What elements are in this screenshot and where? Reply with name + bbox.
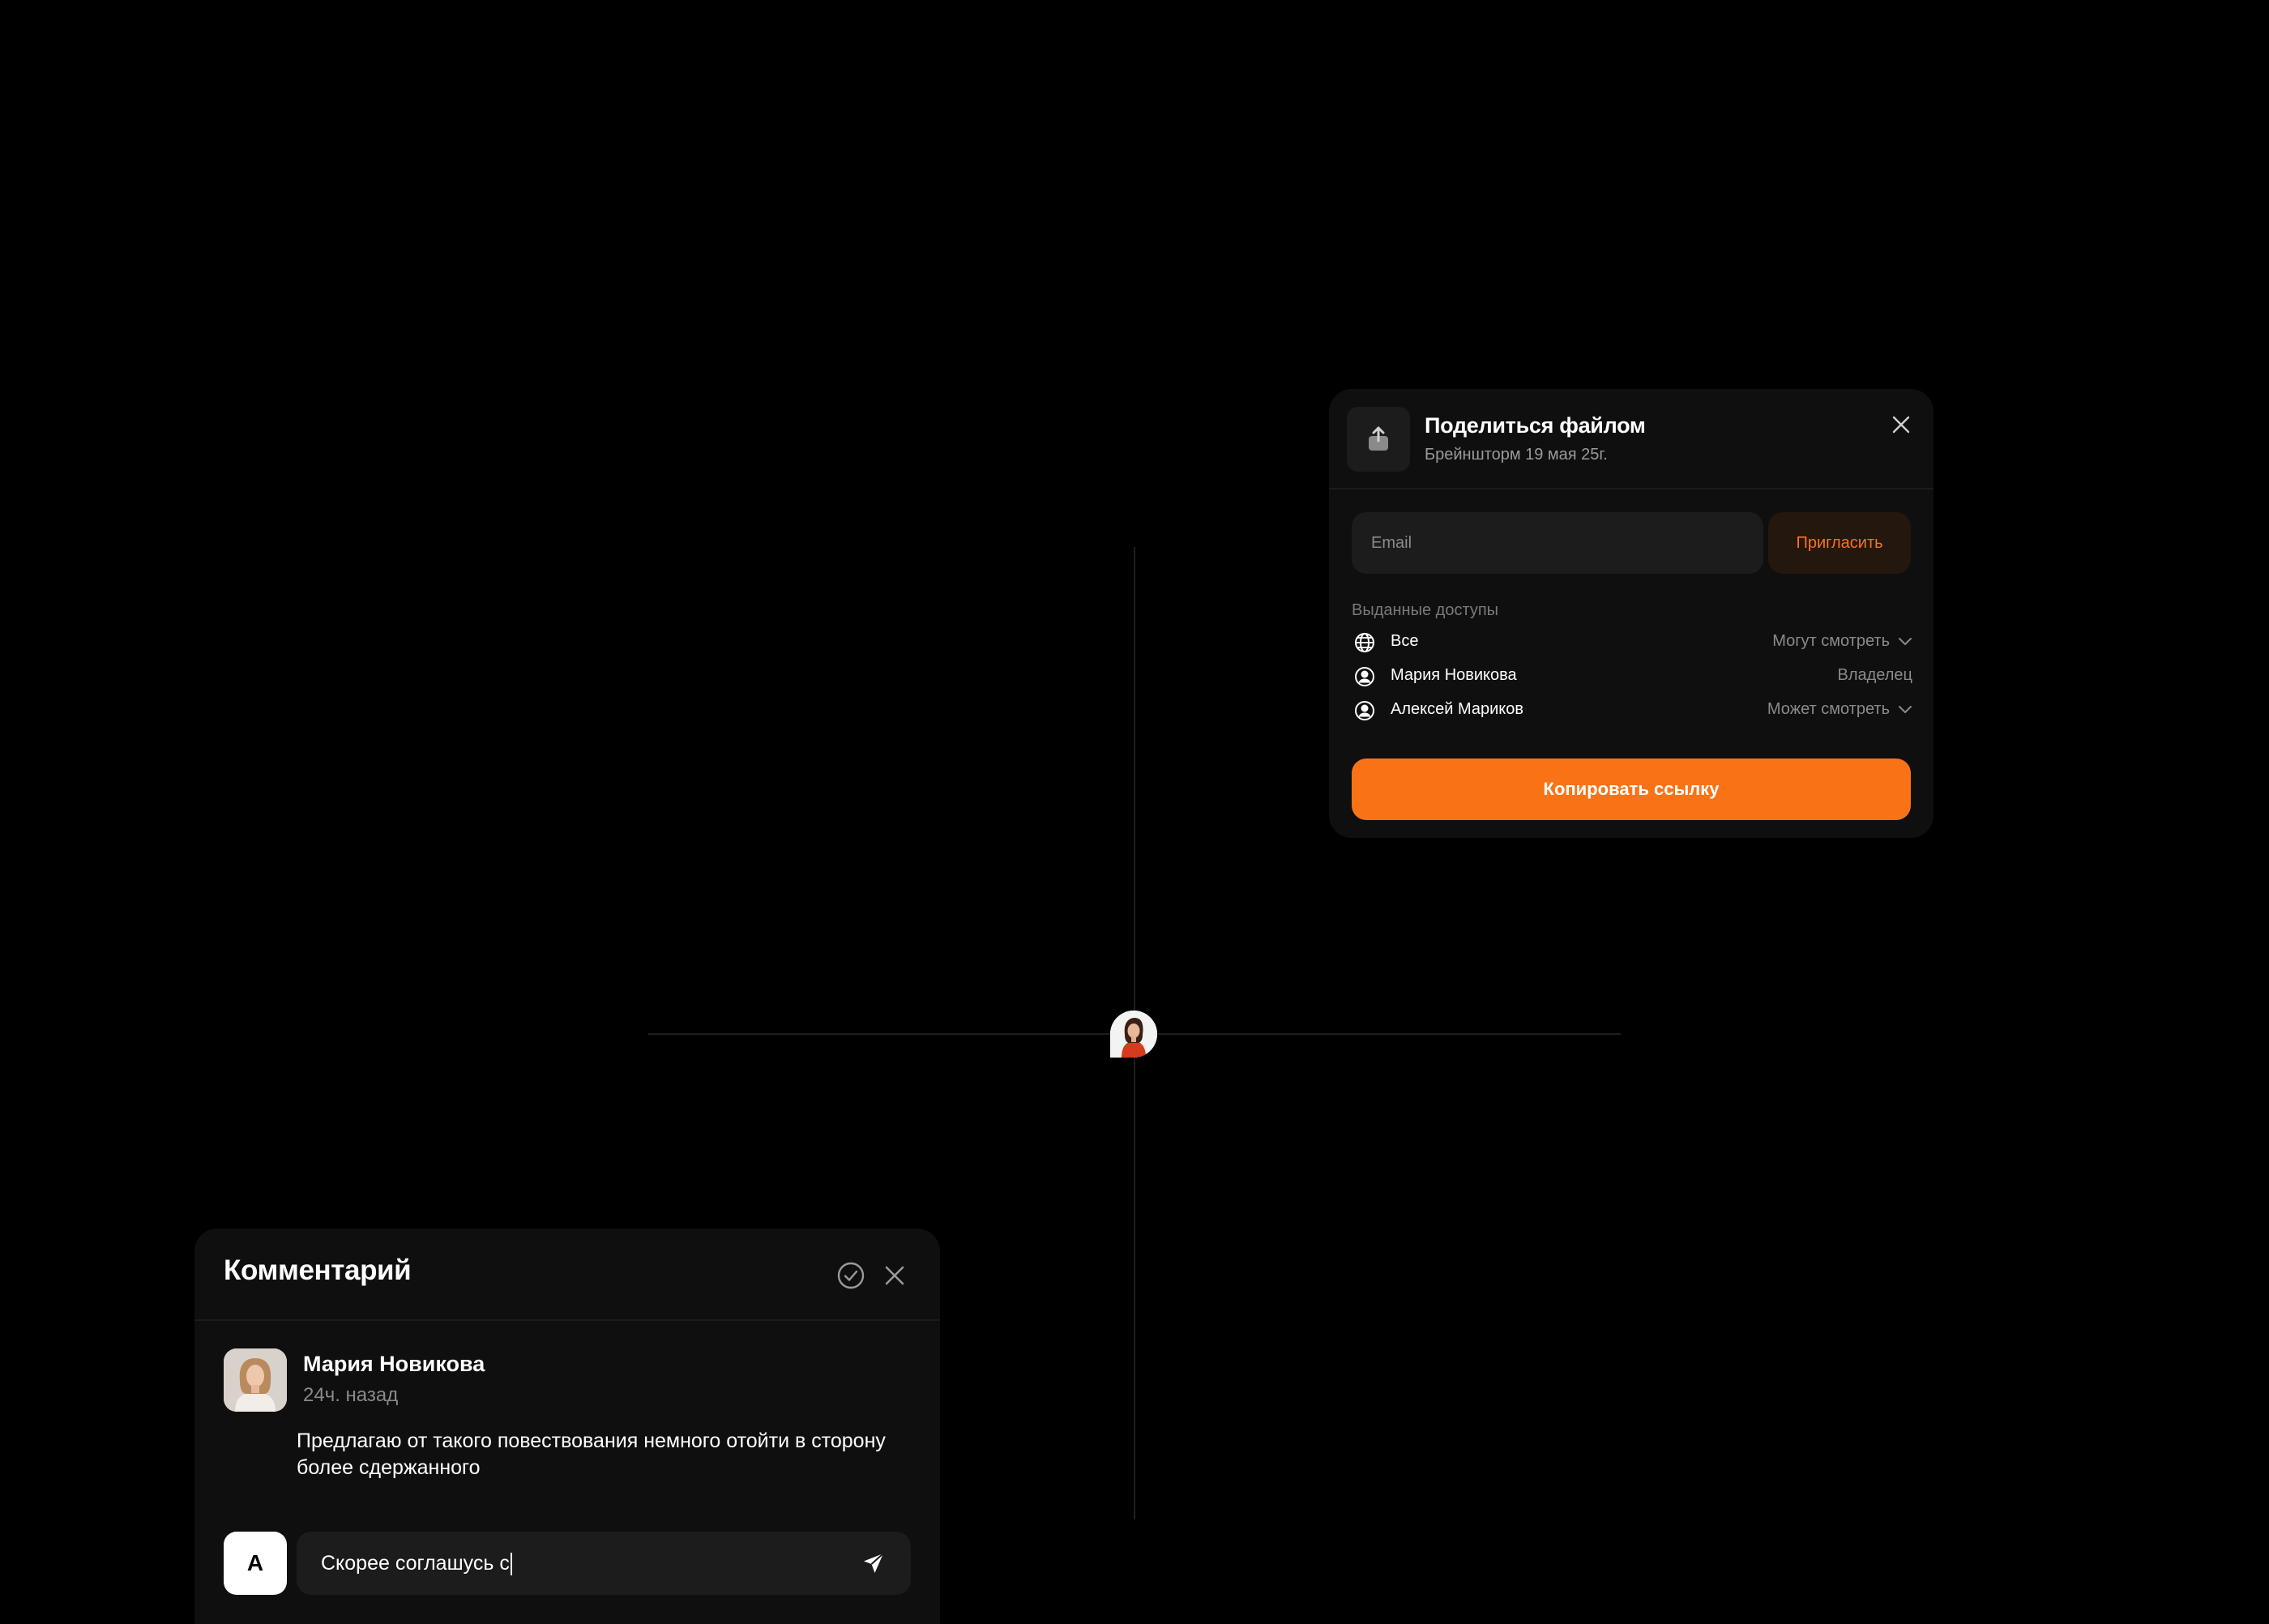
globe-icon (1355, 633, 1374, 652)
reply-input-value[interactable]: Скорее соглашусь с (321, 1532, 512, 1595)
share-dialog-header: Поделиться файлом Брейншторм 19 мая 25г. (1329, 389, 1934, 489)
comment-text: Предлагаю от такого повествования немног… (297, 1430, 886, 1479)
granted-access-caption: Выданные доступы (1352, 601, 1499, 619)
text-caret (510, 1553, 512, 1576)
access-name: Все (1391, 632, 1419, 650)
current-user-avatar: А (224, 1532, 287, 1595)
invite-button[interactable]: Пригласить (1768, 512, 1911, 574)
permission-value: Владелец (1837, 666, 1912, 685)
check-circle-icon[interactable] (835, 1259, 867, 1292)
avatar (224, 1348, 287, 1412)
close-icon[interactable] (1887, 410, 1916, 439)
share-dialog-title: Поделиться файлом (1425, 413, 1646, 438)
user-circle-icon (1355, 701, 1374, 720)
upload-icon (1347, 407, 1410, 472)
collaborator-cursor-avatar[interactable] (1110, 1011, 1157, 1058)
send-icon[interactable] (857, 1547, 890, 1579)
close-icon[interactable] (878, 1259, 911, 1292)
share-file-dialog: Поделиться файлом Брейншторм 19 мая 25г.… (1329, 389, 1934, 838)
author-name: Мария Новикова (303, 1352, 485, 1376)
permission-label: Владелец (1837, 666, 1912, 684)
comment-timestamp: 24ч. назад (303, 1384, 399, 1406)
access-row-everyone: Все Могут смотреть (1352, 627, 1912, 656)
chevron-down-icon (1899, 705, 1912, 713)
chevron-down-icon (1899, 637, 1912, 645)
comment-panel: Комментарий Мария Новикова 24ч. назад Пр… (194, 1229, 940, 1624)
access-name: Алексей Мариков (1391, 700, 1523, 718)
permission-dropdown[interactable]: Могут смотреть (1772, 632, 1912, 651)
access-row-user: Алексей Мариков Может смотреть (1352, 695, 1912, 724)
permission-dropdown[interactable]: Может смотреть (1767, 700, 1912, 719)
permission-value: Могут смотреть (1772, 632, 1890, 650)
copy-link-button[interactable]: Копировать ссылку (1352, 759, 1911, 820)
canvas: Поделиться файлом Брейншторм 19 мая 25г.… (0, 0, 2269, 1624)
email-field[interactable] (1352, 512, 1763, 574)
permission-value: Может смотреть (1767, 700, 1890, 718)
access-name: Мария Новикова (1391, 666, 1517, 684)
reply-field[interactable]: Скорее соглашусь с (297, 1532, 911, 1595)
collaborator-photo (1110, 1011, 1157, 1058)
access-row-owner: Мария Новикова Владелец (1352, 661, 1912, 690)
reply-text: Скорее соглашусь с (321, 1552, 510, 1575)
user-circle-icon (1355, 667, 1374, 686)
file-name: Брейншторм 19 мая 25г. (1425, 446, 1608, 464)
comment-header: Комментарий (194, 1229, 940, 1321)
comment-title: Комментарий (224, 1254, 412, 1286)
